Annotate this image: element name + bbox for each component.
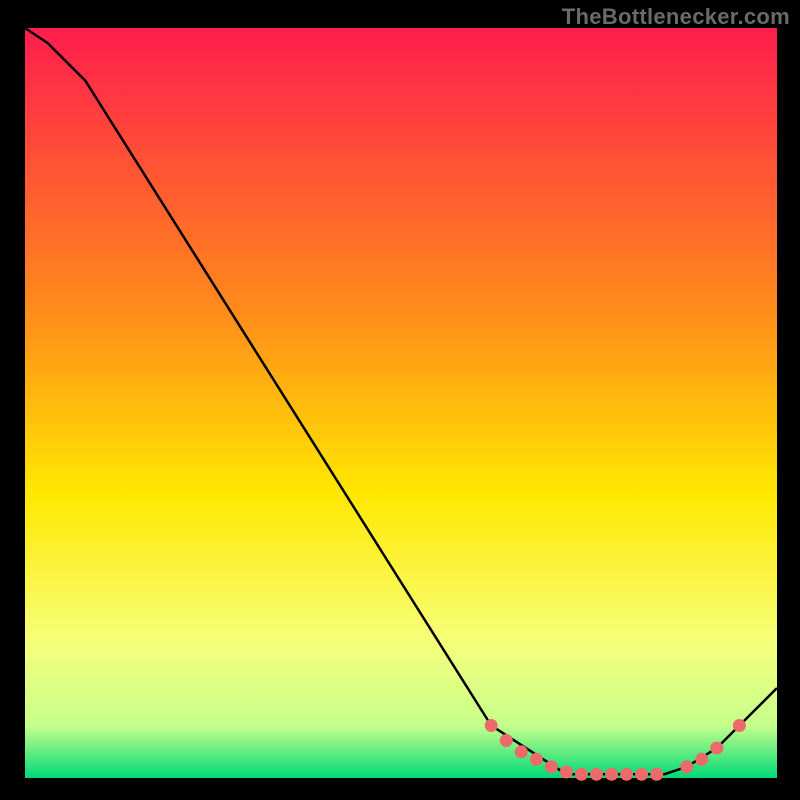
marker-dot (620, 768, 633, 781)
marker-dot (500, 734, 513, 747)
marker-dot (530, 753, 543, 766)
marker-dot (545, 760, 558, 773)
plot-background (25, 28, 777, 778)
marker-dot (605, 768, 618, 781)
marker-dot (635, 768, 648, 781)
marker-dot (650, 768, 663, 781)
marker-dot (733, 719, 746, 732)
marker-dot (485, 719, 498, 732)
marker-dot (560, 766, 573, 779)
marker-dot (695, 753, 708, 766)
chart-stage: TheBottlenecker.com (0, 0, 800, 800)
marker-dot (680, 760, 693, 773)
marker-dot (590, 768, 603, 781)
gradient-plot (0, 0, 800, 800)
brand-watermark: TheBottlenecker.com (562, 4, 790, 30)
marker-dot (575, 768, 588, 781)
marker-dot (710, 742, 723, 755)
marker-dot (515, 745, 528, 758)
